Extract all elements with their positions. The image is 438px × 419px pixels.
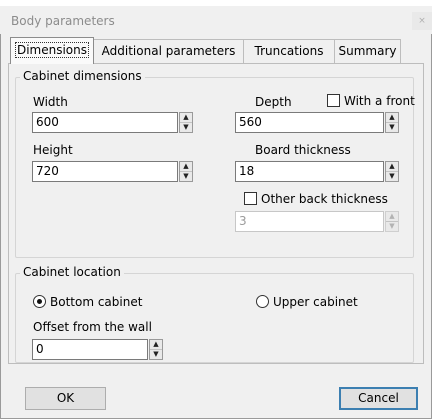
height-spin-down-icon[interactable]: ▼ — [180, 172, 192, 181]
tab-truncations[interactable]: Truncations — [244, 39, 335, 63]
width-label: Width — [33, 95, 68, 109]
offset-label: Offset from the wall — [33, 320, 152, 334]
other-back-thickness-label: Other back thickness — [261, 192, 388, 206]
depth-input[interactable]: 560 — [235, 112, 384, 133]
close-button[interactable]: × — [412, 12, 432, 30]
board-thickness-spin-down-icon[interactable]: ▼ — [386, 172, 398, 181]
back-thickness-input: 3 — [235, 211, 384, 232]
with-front-checkbox[interactable] — [327, 94, 340, 107]
board-thickness-input[interactable]: 18 — [235, 161, 384, 182]
tab-truncations-label: Truncations — [254, 44, 324, 58]
tab-dimensions-label: Dimensions — [14, 42, 90, 58]
ok-button[interactable]: OK — [25, 387, 106, 410]
board-thickness-spinner[interactable]: ▲ ▼ — [385, 161, 399, 182]
width-spin-down-icon[interactable]: ▼ — [180, 123, 192, 132]
tab-summary[interactable]: Summary — [335, 39, 401, 63]
offset-spin-up-icon[interactable]: ▲ — [150, 340, 162, 350]
board-thickness-spin-up-icon[interactable]: ▲ — [386, 162, 398, 172]
depth-spin-up-icon[interactable]: ▲ — [386, 113, 398, 123]
height-input[interactable]: 720 — [32, 161, 178, 182]
offset-spin-down-icon[interactable]: ▼ — [150, 350, 162, 359]
tab-additional-parameters[interactable]: Additional parameters — [94, 39, 244, 63]
depth-label: Depth — [255, 95, 292, 109]
window-title: Body parameters — [11, 14, 115, 28]
upper-cabinet-label: Upper cabinet — [273, 295, 358, 309]
bottom-cabinet-label: Bottom cabinet — [50, 295, 143, 309]
radio-selected-dot — [37, 299, 42, 304]
tab-dimensions[interactable]: Dimensions — [10, 37, 94, 64]
height-label: Height — [33, 143, 73, 157]
width-spinner[interactable]: ▲ ▼ — [179, 112, 193, 133]
offset-spinner[interactable]: ▲ ▼ — [149, 339, 163, 360]
upper-cabinet-radio[interactable] — [256, 295, 269, 308]
width-input[interactable]: 600 — [32, 112, 178, 133]
tab-additional-parameters-label: Additional parameters — [101, 44, 236, 58]
depth-spinner[interactable]: ▲ ▼ — [385, 112, 399, 133]
other-back-thickness-checkbox[interactable] — [244, 192, 257, 205]
back-thickness-spin-down-icon: ▼ — [389, 222, 395, 230]
cancel-button[interactable]: Cancel — [339, 387, 418, 410]
width-spin-up-icon[interactable]: ▲ — [180, 113, 192, 123]
with-front-label: With a front — [344, 94, 415, 108]
board-thickness-label: Board thickness — [255, 143, 351, 157]
tab-summary-label: Summary — [338, 44, 397, 58]
bottom-cabinet-radio[interactable] — [33, 295, 46, 308]
height-spin-up-icon[interactable]: ▲ — [180, 162, 192, 172]
cabinet-dimensions-title: Cabinet dimensions — [20, 69, 145, 83]
back-thickness-spinner: ▲ ▼ — [385, 211, 399, 232]
offset-input[interactable]: 0 — [32, 339, 148, 360]
back-thickness-spin-up-icon: ▲ — [386, 212, 398, 222]
height-spinner[interactable]: ▲ ▼ — [179, 161, 193, 182]
depth-spin-down-icon[interactable]: ▼ — [386, 123, 398, 132]
cabinet-location-title: Cabinet location — [20, 265, 124, 279]
